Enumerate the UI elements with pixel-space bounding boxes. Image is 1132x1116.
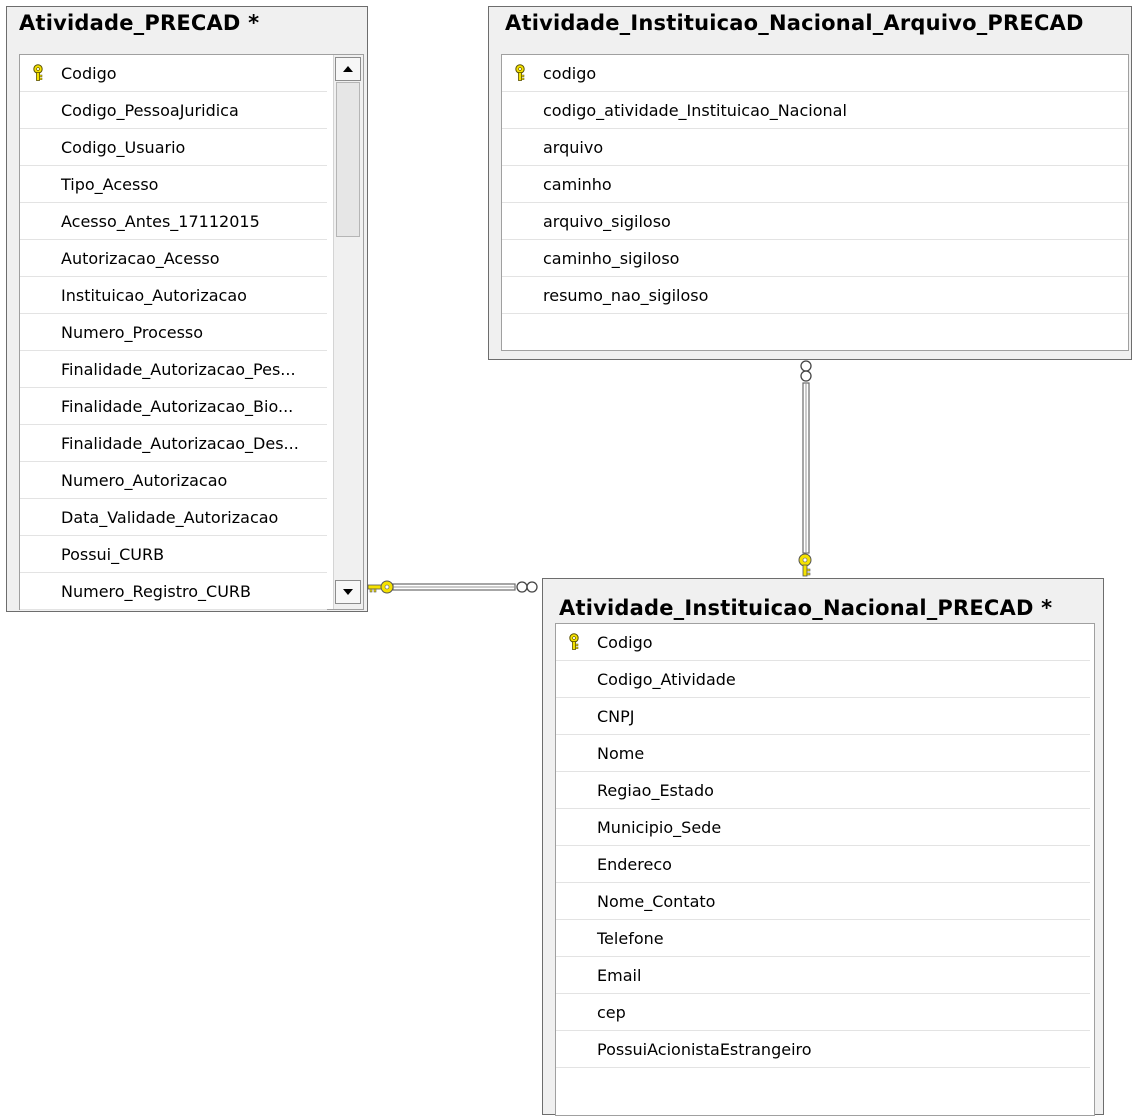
relationship-lines xyxy=(367,360,812,594)
infinity-endpoint-icon xyxy=(800,360,812,382)
infinity-endpoint-icon xyxy=(516,581,538,593)
key-endpoint-icon xyxy=(367,580,394,594)
relationship-atividade-to-instituicao[interactable] xyxy=(392,583,516,591)
relationship-instituicao-to-arquivo[interactable] xyxy=(802,382,810,554)
key-endpoint-icon xyxy=(798,553,812,577)
